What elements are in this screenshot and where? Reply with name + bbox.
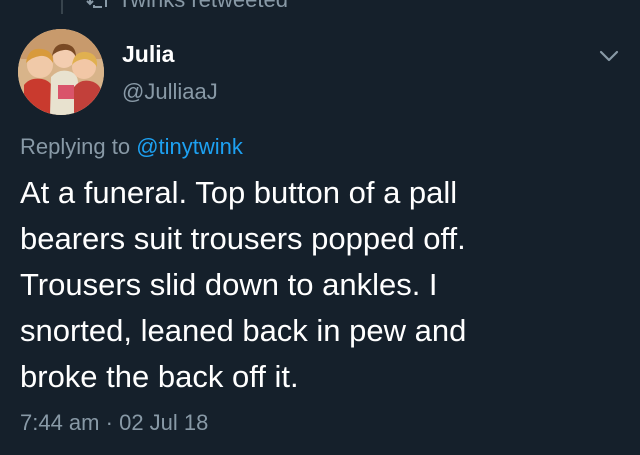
tweet-time: 7:44 am	[20, 410, 100, 435]
replying-to-mention-link[interactable]: @tinytwink	[136, 134, 243, 159]
author-handle[interactable]: @JulliaaJ	[122, 78, 218, 106]
replying-to-prefix: Replying to	[20, 134, 131, 159]
avatar[interactable]	[18, 29, 104, 115]
thread-connector-line	[61, 0, 63, 14]
replying-to: Replying to @tinytwink	[20, 133, 243, 161]
tweet-timestamp[interactable]: 7:44 am · 02 Jul 18	[20, 408, 208, 438]
author-display-name[interactable]: Julia	[122, 40, 174, 68]
retweet-icon	[86, 0, 110, 9]
tweet-text: At a funeral. Top button of a pall beare…	[20, 170, 620, 400]
avatar-vintage-illustration	[18, 29, 104, 115]
tweet-date: 02 Jul 18	[119, 410, 209, 435]
tweet-text-line: At a funeral. Top button of a pall	[20, 175, 458, 210]
chevron-down-icon[interactable]	[597, 48, 621, 64]
tweet-text-line: bearers suit trousers popped off.	[20, 221, 466, 256]
timestamp-separator: ·	[105, 410, 113, 435]
tweet-text-line: snorted, leaned back in pew and	[20, 313, 467, 348]
tweet-text-line: Trousers slid down to ankles. I	[20, 267, 438, 302]
tweet-detail-view: Twinks retweeted Julia @JulliaaJ Reply	[0, 0, 640, 455]
tweet-text-line: broke the back off it.	[20, 359, 299, 394]
retweet-context[interactable]: Twinks retweeted	[86, 0, 288, 11]
retweet-context-label: Twinks retweeted	[118, 0, 288, 11]
